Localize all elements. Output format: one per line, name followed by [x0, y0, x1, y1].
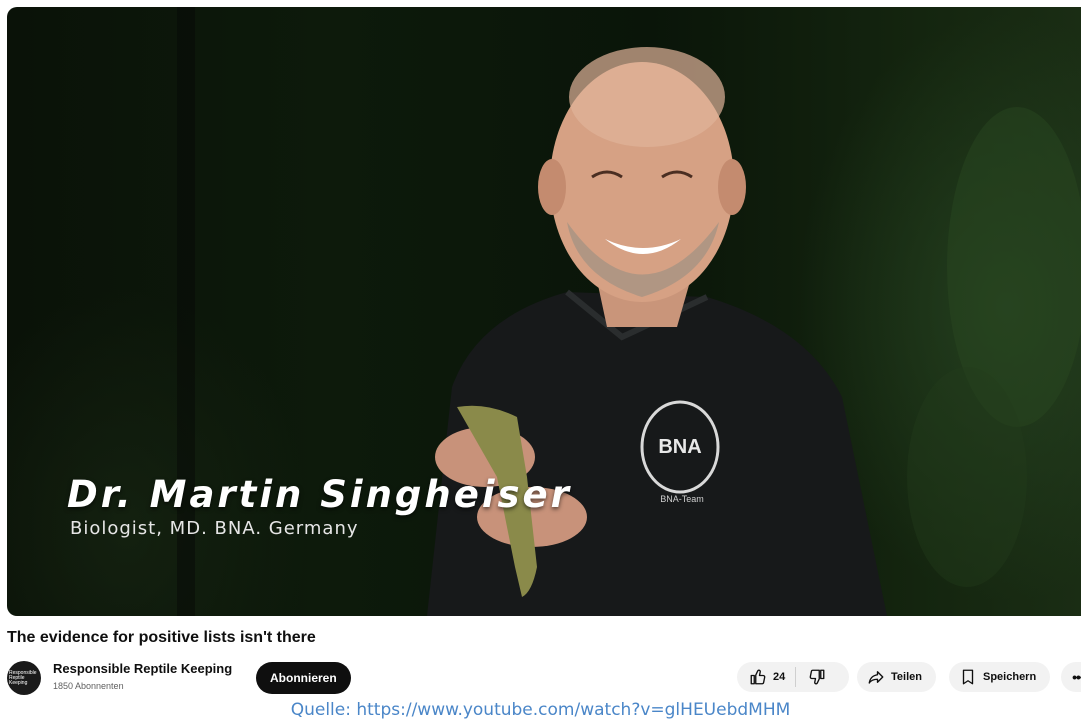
- like-dislike-group: 24: [737, 662, 849, 692]
- like-button[interactable]: 24: [737, 662, 795, 692]
- speaker-name: Dr. Martin Singheiser: [67, 473, 572, 516]
- subscribe-button[interactable]: Abonnieren: [256, 662, 351, 694]
- thumbs-up-icon: [750, 669, 766, 685]
- share-arrow-icon: [868, 671, 884, 684]
- subscriber-count: 1850 Abonnenten: [53, 681, 124, 691]
- save-label: Speichern: [983, 671, 1037, 683]
- share-button[interactable]: Teilen: [857, 662, 936, 692]
- video-title: The evidence for positive lists isn't th…: [7, 629, 316, 646]
- avatar-text: Responsible Reptile Keeping: [9, 669, 37, 686]
- channel-name[interactable]: Responsible Reptile Keeping: [53, 661, 232, 676]
- shirt-logo-text: BNA: [658, 436, 701, 458]
- channel-avatar[interactable]: Responsible Reptile Keeping: [7, 661, 41, 695]
- source-caption[interactable]: Quelle: https://www.youtube.com/watch?v=…: [0, 700, 1081, 720]
- more-icon: •••: [1072, 669, 1081, 685]
- like-count: 24: [773, 671, 786, 683]
- more-actions-button[interactable]: •••: [1061, 662, 1081, 692]
- thumbs-down-icon: [809, 669, 825, 685]
- speaker-role: Biologist, MD. BNA. Germany: [70, 518, 359, 539]
- shirt-team-text: BNA-Team: [660, 494, 704, 504]
- dislike-button[interactable]: [796, 662, 838, 692]
- bookmark-icon: [962, 669, 974, 685]
- video-player[interactable]: BNA BNA-Team Dr. Martin Singheiser Biolo…: [7, 7, 1081, 616]
- channel-row: Responsible Reptile Keeping Responsible …: [7, 659, 1081, 695]
- lower-third: Dr. Martin Singheiser Biologist, MD. BNA…: [67, 473, 572, 539]
- share-label: Teilen: [891, 671, 922, 683]
- save-button[interactable]: Speichern: [949, 662, 1051, 692]
